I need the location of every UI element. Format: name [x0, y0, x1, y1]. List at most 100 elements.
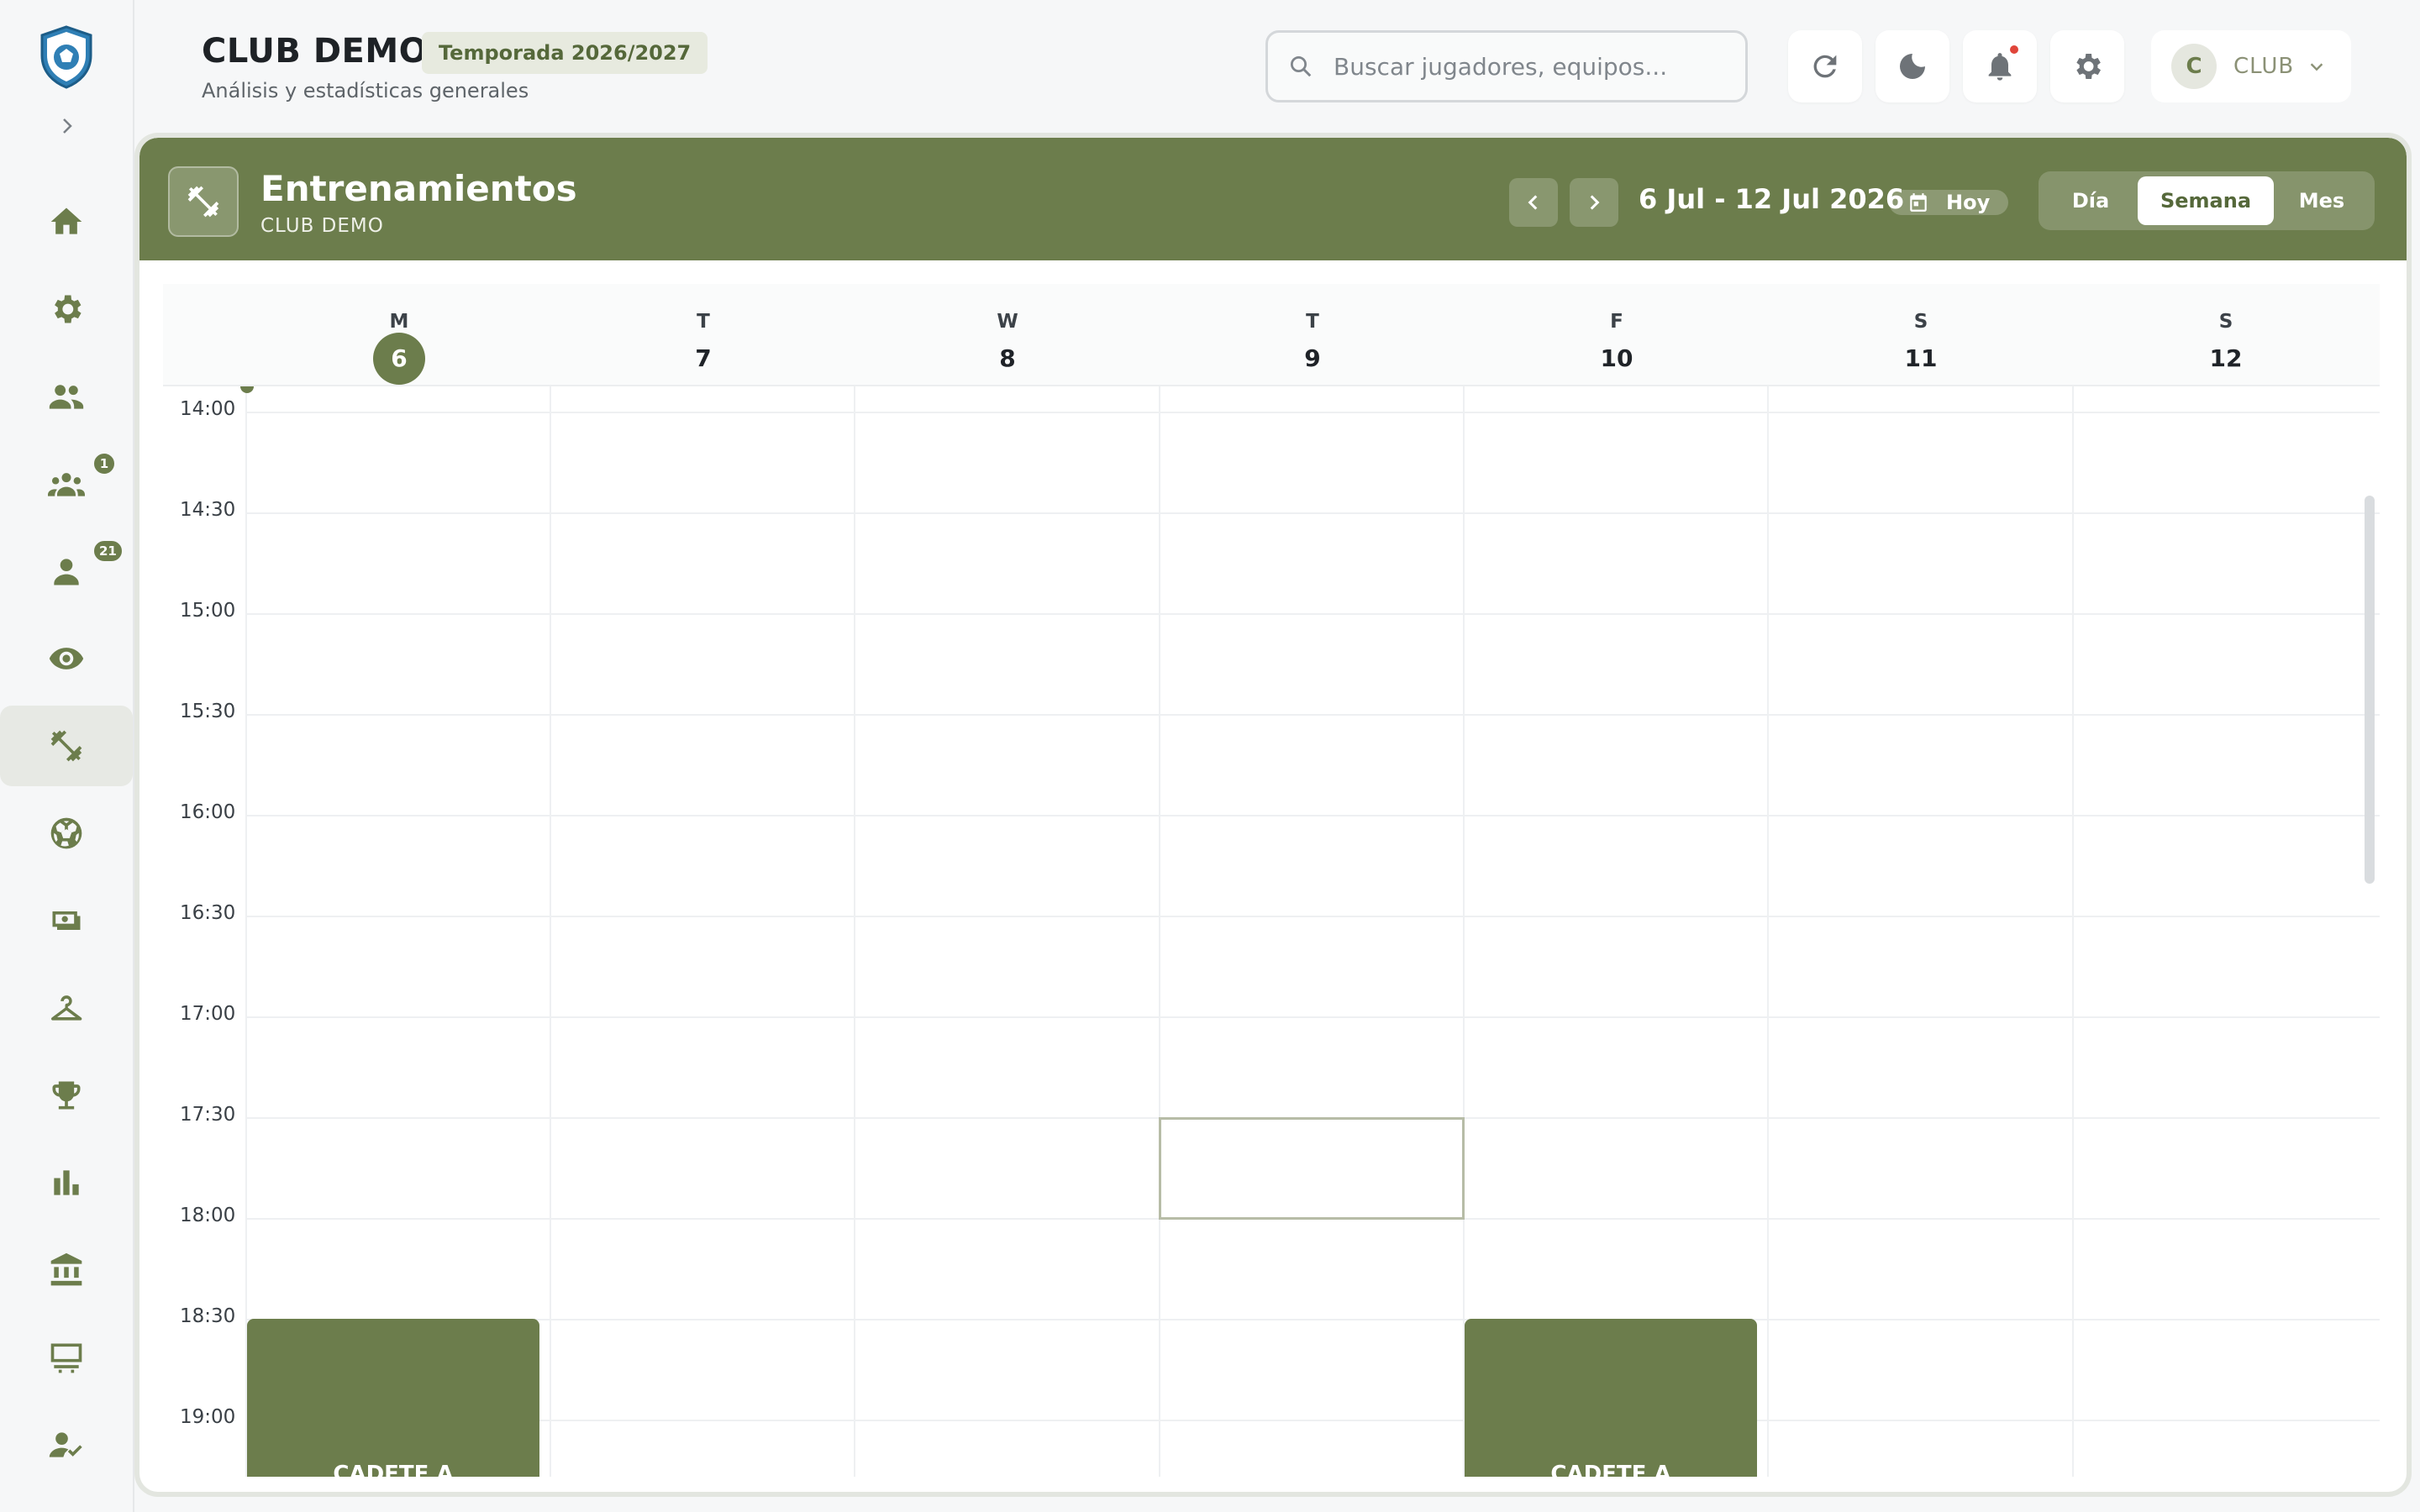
day-number: 12: [2209, 344, 2243, 372]
money-icon: [52, 911, 81, 930]
soccer-ball-icon: [50, 817, 82, 849]
today-label: Hoy: [1946, 191, 1991, 214]
week-calendar: M 6 T 7 W 8 T 9 F 10 S 11 S 12 14:00 14:…: [163, 284, 2380, 1477]
user-menu-button[interactable]: C CLUB: [2151, 30, 2351, 102]
notifications-button[interactable]: [1963, 30, 2037, 102]
sidebar-item-payments[interactable]: [0, 880, 133, 961]
notification-dot: [2010, 45, 2018, 54]
day-column-header[interactable]: F 10: [1465, 284, 1769, 386]
expand-sidebar-button[interactable]: [50, 109, 84, 143]
day-number: 8: [999, 344, 1016, 372]
calendar-header: Entrenamientos CLUB DEMO 6 Jul - 12 Jul …: [139, 138, 2407, 260]
grid-line: [245, 512, 2380, 514]
grid-line: [245, 916, 2380, 917]
time-label: 19:00: [180, 1406, 236, 1428]
view-month-button[interactable]: Mes: [2274, 176, 2370, 225]
day-column-header[interactable]: W 8: [855, 284, 1160, 386]
shield-logo-icon: [40, 25, 92, 89]
sidebar-item-groups[interactable]: 1: [0, 444, 133, 524]
time-label: 15:30: [180, 701, 236, 722]
person-icon: [54, 559, 79, 585]
sidebar-item-trophies[interactable]: [0, 1055, 133, 1136]
grid-line: [245, 815, 2380, 816]
scrollbar[interactable]: [2365, 496, 2375, 884]
grid-line: [245, 613, 2380, 615]
day-column-header[interactable]: T 9: [1160, 284, 1465, 386]
sidebar-item-matches[interactable]: [0, 793, 133, 874]
time-grid[interactable]: 14:00 14:30 15:00 15:30 16:00 16:30 17:0…: [163, 386, 2380, 1477]
user-label: CLUB: [2233, 54, 2295, 79]
day-name: T: [1306, 311, 1319, 333]
refresh-button[interactable]: [1788, 30, 1862, 102]
time-label: 14:30: [180, 499, 236, 521]
sidebar-item-trainings[interactable]: [0, 706, 133, 786]
hanger-icon: [50, 995, 82, 1021]
sidebar-item-players[interactable]: 21: [0, 531, 133, 612]
view-day-button[interactable]: Día: [2044, 176, 2138, 225]
day-column-header[interactable]: S 12: [2074, 284, 2378, 386]
time-label: 18:00: [180, 1205, 236, 1226]
calendar-icon: [1910, 193, 1927, 212]
chevron-down-icon: [2310, 63, 2323, 71]
day-column-header[interactable]: M 6: [247, 284, 551, 386]
day-name: S: [2218, 311, 2233, 333]
sidebar-item-home[interactable]: [0, 181, 133, 262]
sidebar-item-board[interactable]: [0, 1317, 133, 1398]
grid-line: [245, 714, 2380, 716]
search-icon: [1291, 56, 1312, 77]
sidebar-item-attendance[interactable]: [0, 1404, 133, 1485]
previous-week-button[interactable]: [1509, 178, 1558, 227]
grid-line: [245, 1420, 2380, 1421]
dumbbell-icon: [187, 186, 219, 218]
board-icon: [50, 1343, 82, 1373]
settings-button[interactable]: [2050, 30, 2124, 102]
sidebar-item-scouting[interactable]: [0, 618, 133, 699]
column-line: [2072, 386, 2074, 1477]
dark-mode-button[interactable]: [1876, 30, 1949, 102]
season-badge: Temporada 2026/2027: [422, 32, 708, 74]
training-event[interactable]: CADETE A: [247, 1319, 539, 1477]
search-input[interactable]: [1334, 52, 1720, 81]
day-column-header[interactable]: T 7: [551, 284, 855, 386]
club-logo[interactable]: [37, 25, 96, 89]
sidebar-item-stats[interactable]: [0, 1142, 133, 1223]
grid-line: [245, 1319, 2380, 1320]
today-button[interactable]: Hoy: [1889, 190, 2009, 215]
trophy-icon: [52, 1081, 81, 1110]
time-label: 16:30: [180, 902, 236, 924]
training-event[interactable]: CADETE A: [1465, 1319, 1757, 1477]
event-label: CADETE A: [333, 1462, 454, 1477]
dumbbell-icon: [50, 730, 82, 762]
chevron-left-icon: [1528, 195, 1538, 210]
column-line: [245, 386, 247, 1477]
next-week-button[interactable]: [1570, 178, 1618, 227]
players-badge: 21: [92, 539, 124, 563]
refresh-icon: [1813, 55, 1837, 78]
time-label: 17:30: [180, 1104, 236, 1126]
eye-icon: [49, 648, 84, 669]
calendar-title: Entrenamientos: [260, 168, 577, 209]
groups-icon: [48, 473, 85, 496]
gear-icon: [2076, 54, 2101, 79]
day-name: S: [1913, 311, 1928, 333]
time-label: 14:00: [180, 398, 236, 420]
home-icon: [50, 207, 82, 234]
sidebar-item-kit[interactable]: [0, 968, 133, 1048]
column-line: [1767, 386, 1769, 1477]
view-week-button[interactable]: Semana: [2138, 176, 2274, 225]
trainings-header-icon: [168, 166, 239, 237]
sidebar-item-finance[interactable]: [0, 1230, 133, 1310]
grid-line: [245, 412, 2380, 413]
sidebar-item-teams[interactable]: [0, 356, 133, 437]
calendar-subtitle: CLUB DEMO: [260, 215, 384, 237]
search-box: [1265, 30, 1748, 102]
sidebar-item-settings[interactable]: [0, 269, 133, 349]
time-label: 16:00: [180, 801, 236, 823]
day-column-header[interactable]: S 11: [1769, 284, 2073, 386]
view-switcher: Día Semana Mes: [2039, 171, 2375, 230]
selected-slot[interactable]: [1159, 1117, 1465, 1220]
page-title: CLUB DEMO: [202, 32, 429, 71]
people-icon: [49, 385, 84, 409]
day-header-row: M 6 T 7 W 8 T 9 F 10 S 11 S 12: [163, 284, 2380, 386]
page-subtitle: Análisis y estadísticas generales: [202, 79, 529, 102]
